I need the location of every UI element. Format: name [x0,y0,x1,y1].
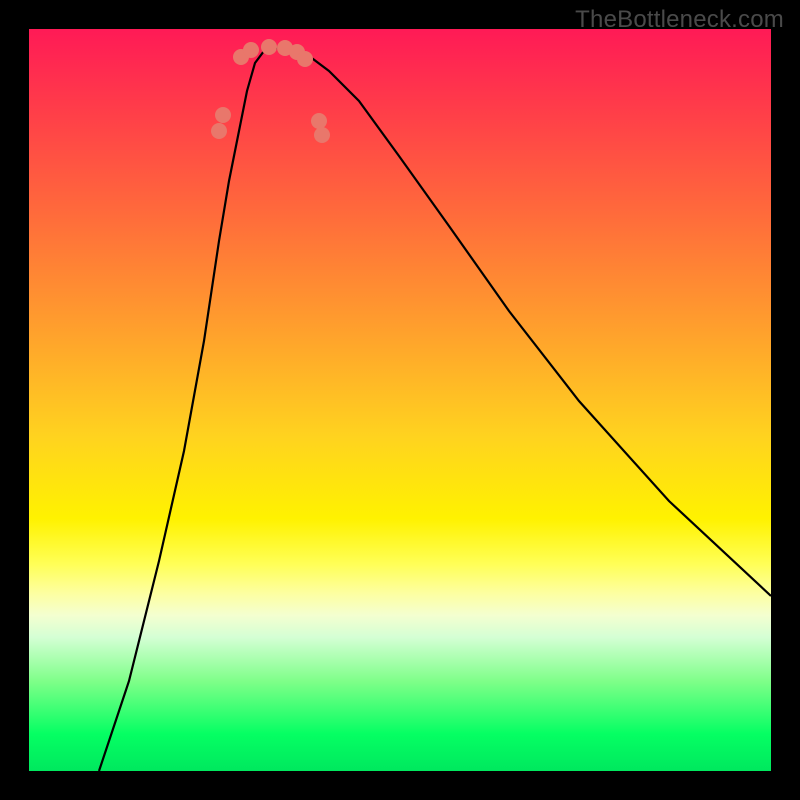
curve-marker [243,42,259,58]
curve-marker [297,51,313,67]
curve-marker [311,113,327,129]
curve-marker [277,40,293,56]
curve-marker [261,39,277,55]
curve-marker [211,123,227,139]
curve-marker [215,107,231,123]
chart-plot-area [29,29,771,771]
curve-markers [211,39,330,143]
curve-marker [233,49,249,65]
curve-marker [289,44,305,60]
curve-marker [314,127,330,143]
curve-svg [29,29,771,771]
bottleneck-curve [99,48,771,771]
